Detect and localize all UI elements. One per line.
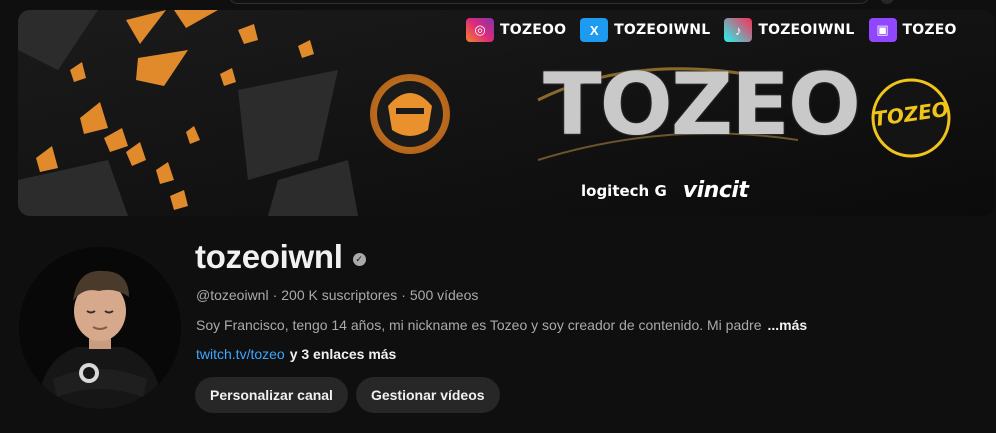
meta-separator: · — [401, 287, 406, 303]
social-tiktok: ♪ TOZEOIWNL — [724, 18, 854, 42]
social-handle: TOZEO — [902, 22, 957, 38]
channel-banner: ◎ TOZEOO X TOZEOIWNL ♪ TOZEOIWNL ▣ TOZEO… — [18, 10, 995, 216]
meta-separator: · — [272, 287, 278, 303]
social-links: ◎ TOZEOO X TOZEOIWNL ♪ TOZEOIWNL ▣ TOZEO — [466, 18, 957, 42]
video-count: 500 vídeos — [409, 287, 479, 303]
more-links-button[interactable]: y 3 enlaces más — [290, 346, 397, 362]
vincit-logo: vincit — [682, 178, 749, 203]
customize-channel-button[interactable]: Personalizar canal — [195, 377, 348, 413]
channel-avatar[interactable] — [19, 247, 181, 409]
channel-meta: @tozeoiwnl · 200 K suscriptores · 500 ví… — [196, 287, 478, 303]
channel-links: twitch.tv/tozeo y 3 enlaces más — [196, 346, 396, 362]
voice-search-button[interactable] — [880, 0, 894, 4]
subscriber-count: 200 K suscriptores — [281, 287, 398, 303]
avatar-image — [19, 247, 181, 409]
channel-handle: @tozeoiwnl — [196, 287, 269, 303]
social-handle: TOZEOO — [500, 22, 567, 38]
sponsor-logos: logitech G vincit — [581, 178, 749, 203]
social-twitch: ▣ TOZEO — [868, 18, 957, 42]
more-button[interactable]: ...más — [768, 317, 808, 333]
twitch-link[interactable]: twitch.tv/tozeo — [196, 346, 285, 362]
social-instagram: ◎ TOZEOO — [466, 18, 566, 42]
manage-videos-button[interactable]: Gestionar vídeos — [355, 377, 500, 413]
x-icon: X — [580, 18, 609, 42]
tiktok-icon: ♪ — [724, 18, 753, 42]
channel-actions: Personalizar canal Gestionar vídeos — [195, 377, 500, 413]
channel-name-row: tozeoiwnl ✓ — [195, 238, 366, 276]
channel-description[interactable]: Soy Francisco, tengo 14 años, mi nicknam… — [196, 317, 807, 333]
social-handle: TOZEOIWNL — [614, 22, 711, 38]
verified-check-icon: ✓ — [352, 252, 366, 266]
instagram-icon: ◎ — [466, 18, 494, 42]
channel-name: tozeoiwnl — [195, 238, 343, 275]
description-text: Soy Francisco, tengo 14 años, mi nicknam… — [196, 317, 762, 333]
twitch-icon: ▣ — [868, 18, 897, 42]
logitech-logo: logitech G — [581, 181, 667, 200]
social-x: X TOZEOIWNL — [580, 18, 710, 42]
banner-title: TOZEO — [543, 55, 861, 155]
social-handle: TOZEOIWNL — [758, 22, 855, 38]
search-bar-edge[interactable] — [228, 0, 870, 4]
